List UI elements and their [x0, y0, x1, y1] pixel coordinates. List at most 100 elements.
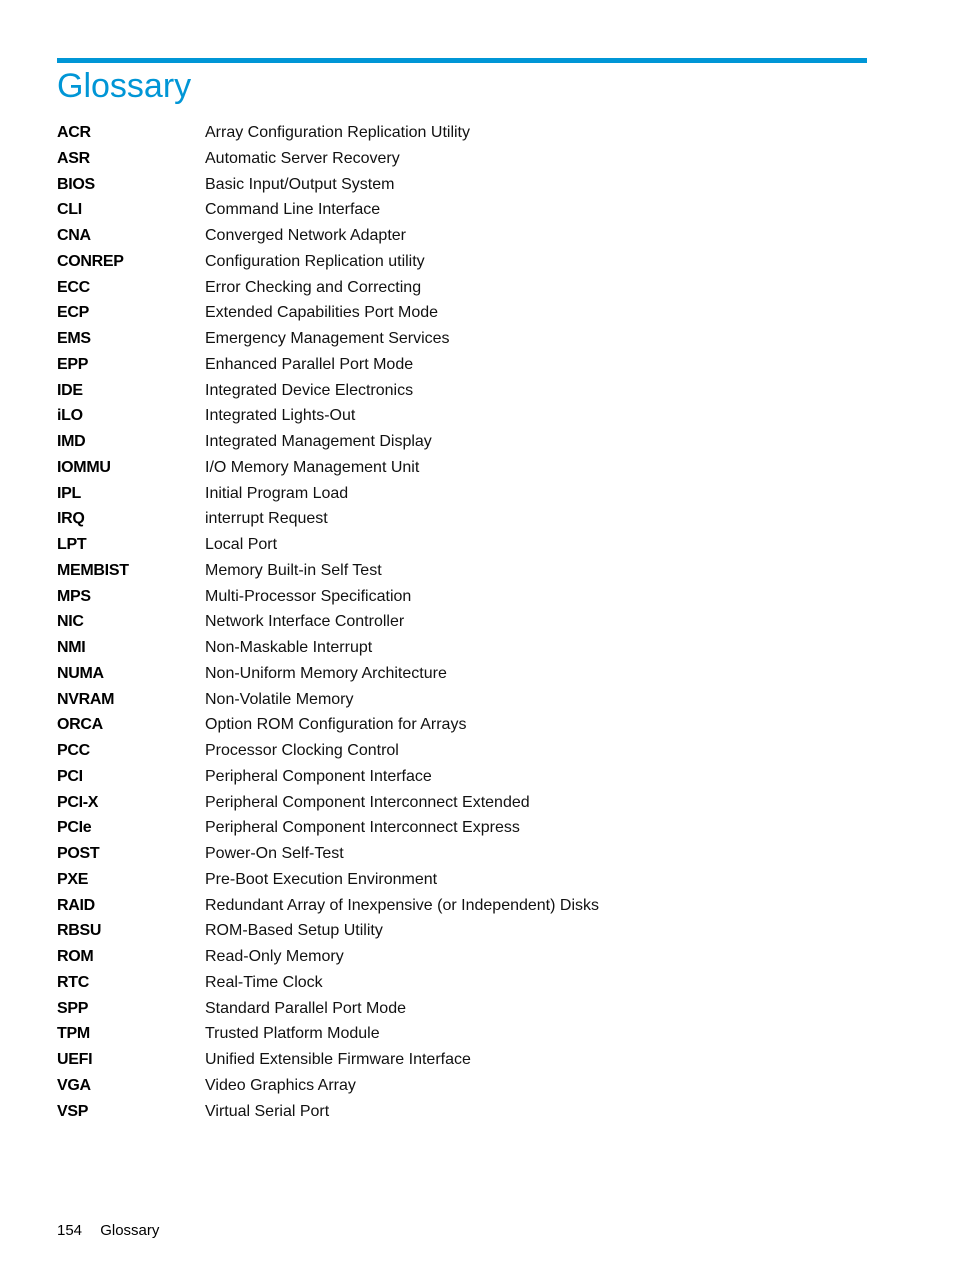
- glossary-list: ACR Array Configuration Replication Utili…: [57, 120, 857, 1124]
- glossary-definition: Processor Clocking Control: [205, 742, 399, 759]
- glossary-entry: PCI-X Peripheral Component Interconnect E…: [57, 790, 857, 816]
- glossary-definition: Non-Volatile Memory: [205, 690, 354, 708]
- glossary-entry: POST Power-On Self-Test: [57, 841, 857, 867]
- glossary-term: IPL: [57, 484, 81, 502]
- glossary-definition: Error Checking and Correcting: [205, 278, 422, 296]
- glossary-definition: Non-Maskable Interrupt: [205, 639, 373, 656]
- footer-section-title: Glossary: [100, 1222, 160, 1239]
- glossary-definition: Integrated Lights-Out: [205, 407, 356, 425]
- glossary-term: POST: [57, 845, 100, 862]
- glossary-entry: iLO Integrated Lights-Out: [57, 403, 857, 429]
- glossary-entry: NVRAM Non-Volatile Memory: [57, 687, 857, 713]
- glossary-definition: Multi-Processor Specification: [205, 587, 412, 605]
- glossary-entry: EPP Enhanced Parallel Port Mode: [57, 352, 857, 378]
- glossary-definition: Network Interface Controller: [205, 613, 405, 631]
- page-title: Glossary: [57, 67, 192, 105]
- glossary-entry: NMI Non-Maskable Interrupt: [57, 635, 857, 661]
- glossary-entry: PCI Peripheral Component Interface: [57, 764, 857, 790]
- glossary-definition: Option ROM Configuration for Arrays: [205, 716, 467, 734]
- glossary-term: ROM: [57, 948, 94, 965]
- glossary-term: PCI: [57, 767, 83, 785]
- glossary-entry: RAID Redundant Array of Inexpensive (or I…: [57, 893, 857, 919]
- glossary-definition: Automatic Server Recovery: [205, 149, 400, 167]
- glossary-term: NMI: [57, 639, 86, 656]
- glossary-term: CNA: [57, 227, 91, 244]
- glossary-term: IOMMU: [57, 458, 111, 476]
- glossary-definition: Video Graphics Array: [205, 1076, 356, 1094]
- glossary-definition: Enhanced Parallel Port Mode: [205, 355, 414, 373]
- glossary-entry: ROM Read-Only Memory: [57, 944, 857, 970]
- glossary-definition: Memory Built-in Self Test: [205, 561, 382, 579]
- glossary-definition: Array Configuration Replication Utility: [205, 124, 470, 141]
- glossary-entry: IRQ interrupt Request: [57, 506, 857, 532]
- page-footer: 154 Glossary: [57, 1221, 159, 1241]
- glossary-entry: IPL Initial Program Load: [57, 481, 857, 507]
- glossary-term: TPM: [57, 1025, 90, 1043]
- glossary-definition: Local Port: [205, 536, 278, 553]
- glossary-term: CONREP: [57, 252, 124, 270]
- glossary-definition: Basic Input/Output System: [205, 175, 395, 193]
- glossary-entry: CLI Command Line Interface: [57, 197, 857, 223]
- glossary-entry: IDE Integrated Device Electronics: [57, 378, 857, 404]
- glossary-definition: Redundant Array of Inexpensive (or Indep…: [205, 896, 600, 914]
- glossary-entry: RBSU ROM-Based Setup Utility: [57, 918, 857, 944]
- glossary-entry: MEMBIST Memory Built-in Self Test: [57, 558, 857, 584]
- glossary-term: VGA: [57, 1076, 91, 1094]
- title-rule: [57, 58, 867, 63]
- glossary-term: MEMBIST: [57, 561, 129, 579]
- glossary-term: iLO: [57, 407, 83, 425]
- glossary-definition: Read-Only Memory: [205, 948, 344, 965]
- glossary-entry: ORCA Option ROM Configuration for Arrays: [57, 712, 857, 738]
- glossary-term: ECP: [57, 304, 89, 322]
- glossary-entry: CONREP Configuration Replication utility: [57, 249, 857, 275]
- glossary-entry: EMS Emergency Management Services: [57, 326, 857, 352]
- glossary-term: EPP: [57, 355, 89, 373]
- glossary-entry: PXE Pre-Boot Execution Environment: [57, 867, 857, 893]
- glossary-definition: Virtual Serial Port: [205, 1102, 330, 1120]
- glossary-definition: Initial Program Load: [205, 484, 349, 502]
- glossary-term: VSP: [57, 1102, 89, 1120]
- glossary-term: RAID: [57, 896, 95, 914]
- glossary-entry: UEFI Unified Extensible Firmware Interfac…: [57, 1047, 857, 1073]
- glossary-definition: Converged Network Adapter: [205, 227, 406, 244]
- glossary-definition: ROM-Based Setup Utility: [205, 922, 383, 940]
- glossary-entry: IOMMU I/O Memory Management Unit: [57, 455, 857, 481]
- glossary-definition: Non-Uniform Memory Architecture: [205, 664, 447, 682]
- glossary-term: ECC: [57, 278, 90, 296]
- glossary-definition: I/O Memory Management Unit: [205, 458, 420, 476]
- glossary-entry: SPP Standard Parallel Port Mode: [57, 996, 857, 1022]
- glossary-term: UEFI: [57, 1051, 93, 1068]
- glossary-definition: Integrated Management Display: [205, 433, 432, 450]
- glossary-term: MPS: [57, 587, 91, 605]
- glossary-term: ORCA: [57, 716, 103, 734]
- glossary-term: ACR: [57, 124, 91, 141]
- glossary-term: NUMA: [57, 664, 104, 682]
- glossary-entry: PCIe Peripheral Component Interconnect Ex…: [57, 815, 857, 841]
- glossary-definition: Power-On Self-Test: [205, 845, 344, 862]
- glossary-term: IRQ: [57, 510, 85, 528]
- glossary-term: PCC: [57, 742, 90, 759]
- glossary-definition: Pre-Boot Execution Environment: [205, 870, 438, 888]
- glossary-term: PCI-X: [57, 793, 99, 811]
- glossary-entry: NIC Network Interface Controller: [57, 609, 857, 635]
- glossary-term: ASR: [57, 149, 90, 167]
- glossary-entry: VSP Virtual Serial Port: [57, 1099, 857, 1125]
- glossary-entry: BIOS Basic Input/Output System: [57, 172, 857, 198]
- glossary-term: PXE: [57, 870, 89, 888]
- glossary-term: IDE: [57, 381, 83, 399]
- glossary-definition: Configuration Replication utility: [205, 252, 425, 270]
- glossary-definition: Extended Capabilities Port Mode: [205, 304, 439, 322]
- glossary-entry: NUMA Non-Uniform Memory Architecture: [57, 661, 857, 687]
- glossary-entry: TPM Trusted Platform Module: [57, 1021, 857, 1047]
- glossary-definition: Unified Extensible Firmware Interface: [205, 1051, 471, 1068]
- glossary-entry: ECC Error Checking and Correcting: [57, 275, 857, 301]
- glossary-entry: RTC Real-Time Clock: [57, 970, 857, 996]
- glossary-entry: CNA Converged Network Adapter: [57, 223, 857, 249]
- glossary-entry: PCC Processor Clocking Control: [57, 738, 857, 764]
- glossary-term: NVRAM: [57, 690, 115, 708]
- glossary-definition: Integrated Device Electronics: [205, 381, 414, 399]
- glossary-term: LPT: [57, 536, 87, 553]
- glossary-definition: Trusted Platform Module: [205, 1025, 380, 1043]
- glossary-term: SPP: [57, 999, 89, 1017]
- glossary-term: IMD: [57, 433, 86, 450]
